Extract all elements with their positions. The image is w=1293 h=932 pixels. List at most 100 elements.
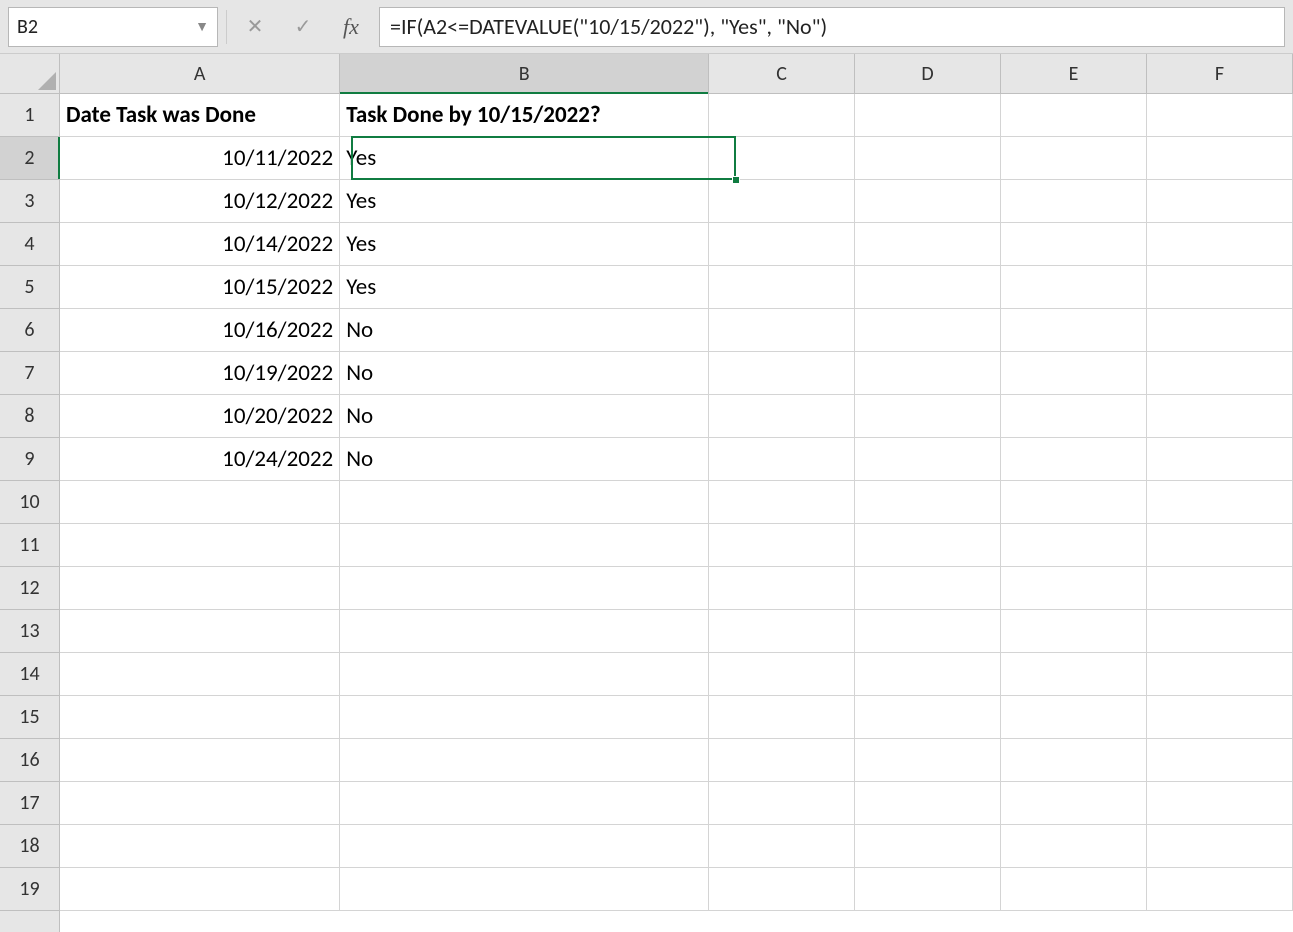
cell-A1[interactable]: Date Task was Done: [60, 94, 340, 137]
cancel-button[interactable]: ✕: [235, 7, 275, 47]
cell-F3[interactable]: [1147, 180, 1293, 223]
name-box[interactable]: B2 ▼: [8, 7, 218, 47]
cell-C9[interactable]: [709, 438, 855, 481]
row-header-12[interactable]: 12: [0, 567, 59, 610]
cell-A6[interactable]: 10/16/2022: [60, 309, 340, 352]
cell-D1[interactable]: [855, 94, 1001, 137]
cell-F16[interactable]: [1147, 739, 1293, 782]
cell-A11[interactable]: [60, 524, 340, 567]
cell-E6[interactable]: [1001, 309, 1147, 352]
cell-B12[interactable]: [340, 567, 708, 610]
cell-A4[interactable]: 10/14/2022: [60, 223, 340, 266]
cell-E3[interactable]: [1001, 180, 1147, 223]
cell-B19[interactable]: [340, 868, 708, 911]
cell-C2[interactable]: [709, 137, 855, 180]
cell-D14[interactable]: [855, 653, 1001, 696]
cell-B7[interactable]: No: [340, 352, 708, 395]
column-header-A[interactable]: A: [60, 54, 340, 93]
cell-F2[interactable]: [1147, 137, 1293, 180]
cell-B6[interactable]: No: [340, 309, 708, 352]
row-header-7[interactable]: 7: [0, 352, 59, 395]
row-header-16[interactable]: 16: [0, 739, 59, 782]
row-header-1[interactable]: 1: [0, 94, 59, 137]
cell-B5[interactable]: Yes: [340, 266, 708, 309]
cell-D6[interactable]: [855, 309, 1001, 352]
cell-C19[interactable]: [709, 868, 855, 911]
cell-E8[interactable]: [1001, 395, 1147, 438]
cell-B18[interactable]: [340, 825, 708, 868]
cell-C14[interactable]: [709, 653, 855, 696]
name-box-dropdown-icon[interactable]: ▼: [195, 18, 209, 35]
cell-F8[interactable]: [1147, 395, 1293, 438]
cell-D18[interactable]: [855, 825, 1001, 868]
row-header-8[interactable]: 8: [0, 395, 59, 438]
cell-E5[interactable]: [1001, 266, 1147, 309]
cell-A5[interactable]: 10/15/2022: [60, 266, 340, 309]
cell-F15[interactable]: [1147, 696, 1293, 739]
cell-F18[interactable]: [1147, 825, 1293, 868]
column-header-D[interactable]: D: [855, 54, 1001, 93]
row-header-3[interactable]: 3: [0, 180, 59, 223]
cell-F6[interactable]: [1147, 309, 1293, 352]
cell-A10[interactable]: [60, 481, 340, 524]
cell-B13[interactable]: [340, 610, 708, 653]
cell-F9[interactable]: [1147, 438, 1293, 481]
cell-B1[interactable]: Task Done by 10/15/2022?: [340, 94, 708, 137]
row-header-2[interactable]: 2: [0, 137, 59, 180]
cell-B9[interactable]: No: [340, 438, 708, 481]
cell-C5[interactable]: [709, 266, 855, 309]
row-header-13[interactable]: 13: [0, 610, 59, 653]
cell-F7[interactable]: [1147, 352, 1293, 395]
row-header-18[interactable]: 18: [0, 825, 59, 868]
cell-D17[interactable]: [855, 782, 1001, 825]
cell-D7[interactable]: [855, 352, 1001, 395]
cell-A18[interactable]: [60, 825, 340, 868]
row-header-10[interactable]: 10: [0, 481, 59, 524]
cell-E17[interactable]: [1001, 782, 1147, 825]
enter-button[interactable]: ✓: [283, 7, 323, 47]
cell-F14[interactable]: [1147, 653, 1293, 696]
column-header-F[interactable]: F: [1147, 54, 1293, 93]
cell-E19[interactable]: [1001, 868, 1147, 911]
cell-D19[interactable]: [855, 868, 1001, 911]
cell-C15[interactable]: [709, 696, 855, 739]
cell-C3[interactable]: [709, 180, 855, 223]
cell-E11[interactable]: [1001, 524, 1147, 567]
cell-B10[interactable]: [340, 481, 708, 524]
cell-B11[interactable]: [340, 524, 708, 567]
cell-F12[interactable]: [1147, 567, 1293, 610]
column-header-E[interactable]: E: [1001, 54, 1147, 93]
cell-B8[interactable]: No: [340, 395, 708, 438]
cell-E12[interactable]: [1001, 567, 1147, 610]
cell-C17[interactable]: [709, 782, 855, 825]
cell-D5[interactable]: [855, 266, 1001, 309]
row-header-5[interactable]: 5: [0, 266, 59, 309]
cell-A8[interactable]: 10/20/2022: [60, 395, 340, 438]
cell-B3[interactable]: Yes: [340, 180, 708, 223]
cell-E10[interactable]: [1001, 481, 1147, 524]
cell-A9[interactable]: 10/24/2022: [60, 438, 340, 481]
row-header-6[interactable]: 6: [0, 309, 59, 352]
cell-D13[interactable]: [855, 610, 1001, 653]
cell-C6[interactable]: [709, 309, 855, 352]
cell-B4[interactable]: Yes: [340, 223, 708, 266]
row-header-14[interactable]: 14: [0, 653, 59, 696]
cell-E7[interactable]: [1001, 352, 1147, 395]
fill-handle[interactable]: [732, 176, 740, 184]
row-header-9[interactable]: 9: [0, 438, 59, 481]
row-header-11[interactable]: 11: [0, 524, 59, 567]
cell-B16[interactable]: [340, 739, 708, 782]
cell-C11[interactable]: [709, 524, 855, 567]
cell-A12[interactable]: [60, 567, 340, 610]
cell-D11[interactable]: [855, 524, 1001, 567]
cell-E13[interactable]: [1001, 610, 1147, 653]
cell-C7[interactable]: [709, 352, 855, 395]
cell-F17[interactable]: [1147, 782, 1293, 825]
cell-D15[interactable]: [855, 696, 1001, 739]
cell-C4[interactable]: [709, 223, 855, 266]
cell-D3[interactable]: [855, 180, 1001, 223]
cell-F13[interactable]: [1147, 610, 1293, 653]
cell-C8[interactable]: [709, 395, 855, 438]
cell-A13[interactable]: [60, 610, 340, 653]
cell-E15[interactable]: [1001, 696, 1147, 739]
